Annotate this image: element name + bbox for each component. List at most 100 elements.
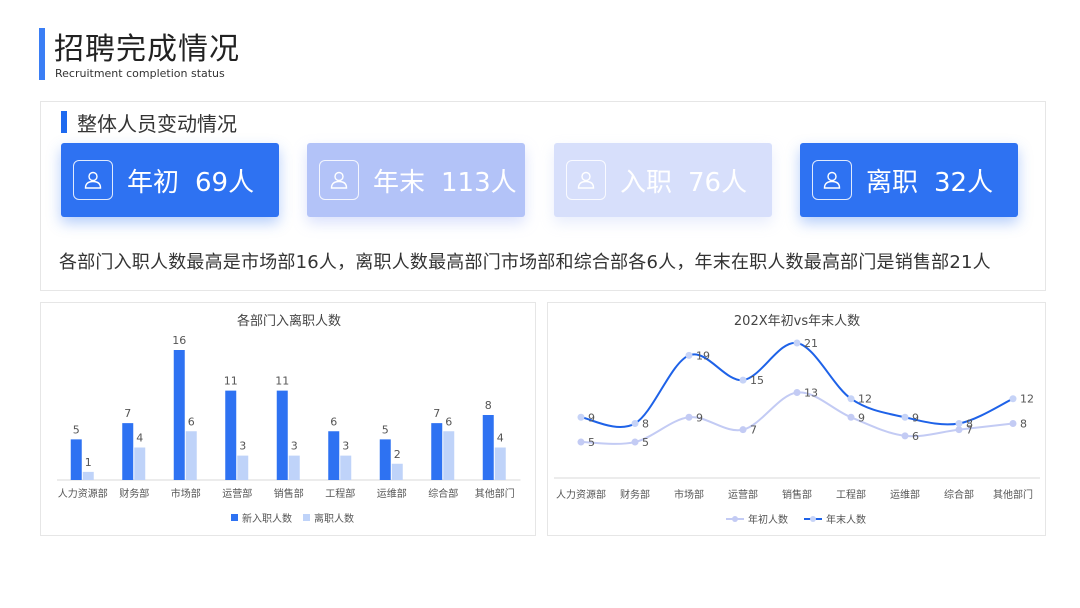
- legend-label: 新入职人数: [242, 512, 292, 525]
- section-accent-bar: [61, 111, 67, 133]
- data-point: [1009, 395, 1017, 403]
- data-label: 19: [696, 349, 710, 362]
- tick-label: 工程部: [836, 488, 866, 501]
- bar: [185, 431, 197, 480]
- legend-marker: [732, 516, 738, 522]
- data-label: 6: [330, 415, 337, 428]
- data-label: 9: [588, 411, 595, 424]
- data-label: 21: [804, 337, 818, 350]
- data-label: 6: [912, 430, 919, 443]
- data-label: 11: [224, 375, 238, 388]
- stat-card-end: 年末 113人: [307, 143, 525, 217]
- bar: [237, 455, 249, 480]
- data-label: 13: [804, 387, 818, 400]
- chart-title: 各部门入离职人数: [237, 313, 341, 329]
- user-icon: [812, 160, 852, 200]
- user-icon: [566, 160, 606, 200]
- data-label: 5: [588, 436, 595, 449]
- bar: [276, 390, 288, 480]
- page-subtitle: Recruitment completion status: [55, 67, 225, 80]
- tick-label: 人力资源部: [58, 487, 108, 500]
- tick-label: 运营部: [728, 488, 758, 501]
- user-icon: [73, 160, 113, 200]
- tick-label: 工程部: [325, 487, 355, 500]
- user-icon: [319, 160, 359, 200]
- tick-label: 运维部: [377, 487, 407, 500]
- legend-label: 年初人数: [748, 513, 788, 526]
- bar: [494, 447, 506, 480]
- legend-marker: [810, 516, 816, 522]
- data-point: [631, 419, 639, 427]
- tick-label: 财务部: [119, 487, 149, 500]
- data-label: 6: [445, 415, 452, 428]
- stat-value: 76人: [688, 167, 748, 198]
- data-label: 12: [858, 393, 872, 406]
- tick-label: 销售部: [782, 488, 812, 501]
- line-chart: 202X年初vs年末人数 5 5971396 7 89 8191521129 812人力资…: [554, 314, 1040, 526]
- stat-card-start: 年初 69人: [61, 143, 279, 217]
- tick-label: 销售部: [274, 487, 304, 500]
- tick-label: 综合部: [428, 487, 458, 500]
- data-label: 8: [966, 417, 973, 430]
- legend-swatch: [303, 514, 310, 521]
- bar: [288, 455, 300, 480]
- data-label: 8: [1020, 417, 1027, 430]
- data-label: 12: [1020, 393, 1034, 406]
- tick-label: 财务部: [620, 488, 650, 501]
- data-label: 5: [73, 423, 80, 436]
- summary-text: 各部门入职人数最高是市场部16人，离职人数最高部门市场部和综合部各6人，年末在职…: [59, 252, 991, 273]
- tick-label: 运营部: [222, 487, 252, 500]
- data-label: 4: [497, 432, 504, 445]
- bar: [379, 439, 391, 480]
- bar: [340, 455, 352, 480]
- data-point: [955, 426, 963, 434]
- data-point: [685, 351, 693, 359]
- data-point: [793, 339, 801, 347]
- bar: [431, 423, 443, 480]
- stat-value: 69人: [195, 167, 255, 198]
- overview-panel: 整体人员变动情况 年初 69人 年末 113人 入职 76人 离职 32人 各部…: [40, 101, 1046, 291]
- stat-value: 113人: [441, 167, 517, 198]
- data-point: [901, 413, 909, 421]
- stat-label: 年初: [127, 167, 180, 198]
- tick-label: 市场部: [171, 487, 201, 500]
- legend-swatch: [231, 514, 238, 521]
- data-point: [793, 389, 801, 397]
- data-point: [739, 426, 747, 434]
- legend-label: 年末人数: [826, 513, 866, 526]
- bar: [328, 431, 340, 480]
- tick-label: 其他部门: [475, 487, 515, 500]
- data-label: 11: [275, 375, 289, 388]
- title-accent-bar: [39, 28, 45, 80]
- chart-title: 202X年初vs年末人数: [734, 314, 860, 329]
- data-label: 5: [382, 423, 389, 436]
- data-point: [901, 432, 909, 440]
- bar: [122, 423, 134, 480]
- bar: [134, 447, 146, 480]
- bar: [82, 471, 94, 480]
- data-label: 4: [136, 432, 143, 445]
- data-label: 9: [696, 411, 703, 424]
- bar-chart: 各部门入离职人数 51人力资源部74财务部166市场部113运营部113销售部6…: [57, 313, 521, 525]
- tick-label: 人力资源部: [556, 488, 606, 501]
- page-title: 招聘完成情况: [54, 32, 240, 67]
- tick-label: 其他部门: [993, 488, 1033, 501]
- data-label: 9: [858, 411, 865, 424]
- data-label: 7: [750, 424, 757, 437]
- series-line: [580, 341, 1014, 429]
- line-chart-panel: 202X年初vs年末人数 5 5 9 7 13 9 6 7 8 9 8 19 15 21 12 9 8 12 人力资…: [547, 302, 1046, 536]
- data-point: [577, 438, 585, 446]
- data-label: 15: [750, 374, 764, 387]
- bar: [482, 415, 494, 480]
- data-label: 1: [85, 456, 92, 469]
- data-label: 7: [433, 407, 440, 420]
- stat-card-onboard: 入职 76人: [554, 143, 772, 217]
- bar: [70, 439, 82, 480]
- data-label: 3: [291, 440, 298, 453]
- data-point: [847, 395, 855, 403]
- section-title: 整体人员变动情况: [77, 112, 237, 136]
- data-label: 3: [239, 440, 246, 453]
- data-point: [739, 376, 747, 384]
- data-label: 5: [642, 436, 649, 449]
- data-label: 8: [485, 399, 492, 412]
